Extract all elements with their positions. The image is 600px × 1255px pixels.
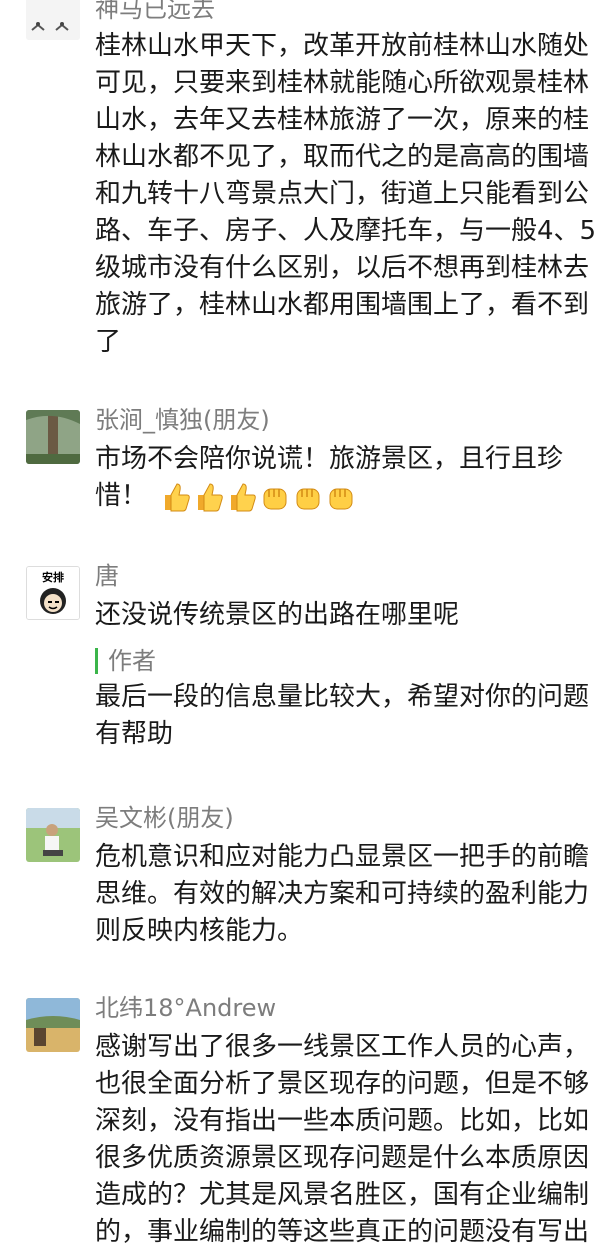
comment-line-with-emoji: 惜！ <box>95 478 600 515</box>
avatar-caption: 安排 <box>42 571 64 584</box>
fist-icon <box>326 481 356 513</box>
comment-line: 路、车子、房子、人及摩托车，与一般4、5 <box>95 216 597 246</box>
comment-text: 桂林山水甲天下，改革开放前桂林山水随处 可见，只要来到桂林就能随心所欲观景桂林 … <box>95 28 600 361</box>
commenter-name[interactable]: 北纬18°Andrew <box>95 993 276 1023</box>
thumbs-up-icon <box>161 481 191 513</box>
avatar[interactable] <box>26 410 80 464</box>
commenter-name[interactable]: 唐 <box>95 561 119 591</box>
avatar[interactable] <box>26 998 80 1052</box>
comment-line: 级城市没有什么区别，以后不想再到桂林去 <box>95 253 590 283</box>
avatar[interactable]: 安排 <box>26 566 80 620</box>
avatar[interactable] <box>26 808 80 862</box>
comment-line: 感谢写出了很多一线景区工作人员的心声， <box>95 1032 590 1062</box>
author-reply-text: 最后一段的信息量比较大，希望对你的问题 有帮助 <box>95 679 600 753</box>
comment-line: 很多优质资源景区现存问题是什么本质原因 <box>95 1143 590 1173</box>
comment-text: 危机意识和应对能力凸显景区一把手的前瞻 思维。有效的解决方案和可持续的盈利能力 … <box>95 839 600 950</box>
emoji-row <box>161 481 356 513</box>
comment-line: 还没说传统景区的出路在哪里呢 <box>95 600 460 630</box>
comment-line: 林山水都不见了，取而代之的是高高的围墙 <box>95 142 590 172</box>
avatar[interactable] <box>26 0 80 40</box>
comment-line: 也很全面分析了景区现存的问题，但是不够 <box>95 1069 590 1099</box>
comment-line: 最后一段的信息量比较大，希望对你的问题 <box>95 682 590 712</box>
commenter-name[interactable]: 张涧_慎独(朋友) <box>95 405 270 435</box>
comment-line: 造成的？尤其是风景名胜区，国有企业编制 <box>95 1180 590 1210</box>
fist-icon <box>260 481 290 513</box>
comment-line: 则反映内核能力。 <box>95 916 304 946</box>
author-reply-tag: 作者 <box>95 648 156 674</box>
comment-line: 危机意识和应对能力凸显景区一把手的前瞻 <box>95 842 590 872</box>
comment-text: 感谢写出了很多一线景区工作人员的心声， 也很全面分析了景区现存的问题，但是不够 … <box>95 1029 600 1251</box>
comment-line: 山水，去年又去桂林旅游了一次，原来的桂 <box>95 105 590 135</box>
fist-icon <box>293 481 323 513</box>
comment-line: 可见，只要来到桂林就能随心所欲观景桂林 <box>95 68 590 98</box>
commenter-name[interactable]: 神马已远去 <box>95 0 215 24</box>
comment-line: 有帮助 <box>95 719 174 749</box>
comment-line: 深刻，没有指出一些本质问题。比如，比如 <box>95 1106 590 1136</box>
comment-line: 了 <box>95 327 122 357</box>
thumbs-up-icon <box>227 481 257 513</box>
comment-line: 和九转十八弯景点大门，街道上只能看到公 <box>95 179 590 209</box>
comment-text: 还没说传统景区的出路在哪里呢 <box>95 597 600 634</box>
comment-line: 市场不会陪你说谎！旅游景区，且行且珍 <box>95 444 564 474</box>
comment-line: 旅游了，桂林山水都用围墙围上了，看不到 <box>95 290 590 320</box>
comment-line: 的，事业编制的等这些真正的问题没有写出 <box>95 1217 590 1247</box>
thumbs-up-icon <box>194 481 224 513</box>
comment-line: 思维。有效的解决方案和可持续的盈利能力 <box>95 879 590 909</box>
commenter-name[interactable]: 吴文彬(朋友) <box>95 803 234 833</box>
comment-text: 市场不会陪你说谎！旅游景区，且行且珍 惜！ <box>95 441 600 515</box>
comment-line: 桂林山水甲天下，改革开放前桂林山水随处 <box>95 31 590 61</box>
comment-line: 惜！ <box>95 481 148 511</box>
